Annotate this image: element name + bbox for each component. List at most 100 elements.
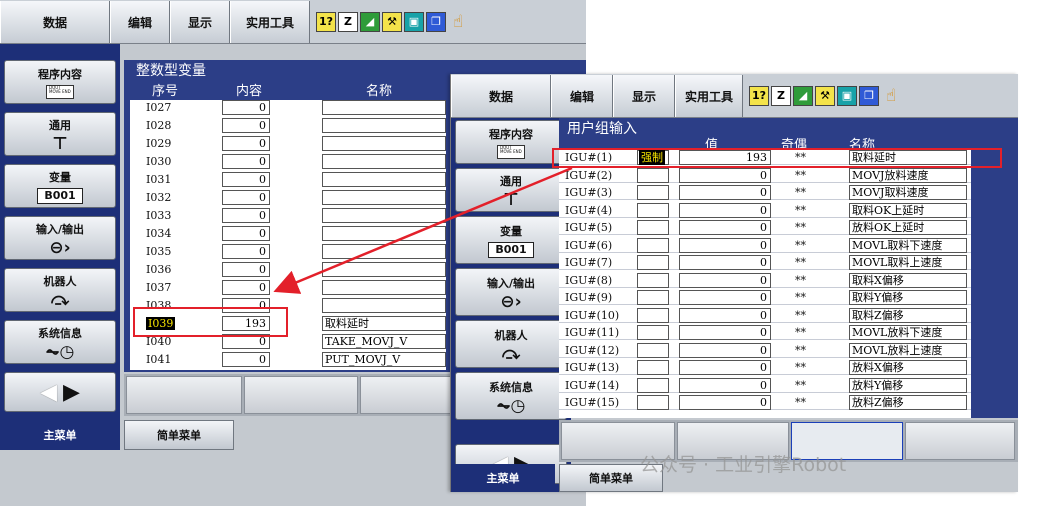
row-value-field[interactable]: 0 xyxy=(679,290,771,305)
row-value-field[interactable]: 0 xyxy=(222,262,270,277)
row-name-field[interactable] xyxy=(322,298,446,313)
row-name-field[interactable]: MOVL取料上速度 xyxy=(849,255,967,270)
table-row[interactable]: I031 0 xyxy=(130,172,446,190)
table-row[interactable]: IGU#(10) 0 ** 取料Z偏移 xyxy=(559,307,971,323)
menu-edit[interactable]: 编辑 xyxy=(110,1,170,43)
table-row[interactable]: I036 0 xyxy=(130,262,446,280)
hand-icon[interactable]: ☝ xyxy=(448,12,468,32)
monitor-icon[interactable]: ▣ xyxy=(837,85,857,106)
row-name-field[interactable]: PUT_MOVJ_V xyxy=(322,352,446,367)
tool-icon[interactable]: ⚒ xyxy=(382,11,402,32)
side-general[interactable]: 通用 ⊤ xyxy=(4,112,116,156)
row-name-field[interactable]: 取料X偏移 xyxy=(849,272,967,288)
force-box[interactable] xyxy=(637,325,669,340)
row-name-field[interactable]: MOVL放料上速度 xyxy=(849,342,967,358)
row-name-field[interactable]: 放料Y偏移 xyxy=(849,377,967,393)
row-value-field[interactable]: 0 xyxy=(222,190,270,205)
row-value-field[interactable]: 0 xyxy=(222,100,270,115)
row-name-field[interactable] xyxy=(322,244,446,259)
force-box[interactable] xyxy=(637,272,669,288)
side-robot[interactable]: 机器人 ⤼ xyxy=(4,268,116,312)
row-value-field[interactable]: 0 xyxy=(679,167,771,183)
table-row[interactable]: IGU#(11) 0 ** MOVL放料下速度 xyxy=(559,325,971,340)
table-row[interactable]: IGU#(4) 0 ** 取料OK上延时 xyxy=(559,202,971,218)
force-box[interactable] xyxy=(637,307,669,323)
table-row[interactable]: IGU#(2) 0 ** MOVJ放料速度 xyxy=(559,167,971,183)
window-icon[interactable]: ❐ xyxy=(859,85,879,106)
table-row[interactable]: I029 0 xyxy=(130,136,446,154)
force-box[interactable] xyxy=(637,342,669,358)
force-box[interactable] xyxy=(637,290,669,305)
table-row[interactable]: IGU#(15) 0 ** 放料Z偏移 xyxy=(559,395,971,410)
prev-page-icon[interactable]: ◀ xyxy=(40,380,57,405)
force-box[interactable] xyxy=(637,377,669,393)
table-row[interactable]: IGU#(3) 0 ** MOVJ取料速度 xyxy=(559,185,971,200)
side-general[interactable]: 通用 ⊤ xyxy=(455,168,567,212)
row-value-field[interactable]: 0 xyxy=(222,208,270,223)
table-row[interactable]: IGU#(6) 0 ** MOVL取料下速度 xyxy=(559,237,971,253)
force-box[interactable] xyxy=(637,255,669,270)
side-program-content[interactable]: 程序内容 DOUT MOVE END xyxy=(4,60,116,104)
table-row[interactable]: IGU#(9) 0 ** 取料Y偏移 xyxy=(559,290,971,305)
row-name-field[interactable]: 放料X偏移 xyxy=(849,360,967,375)
force-box[interactable] xyxy=(637,202,669,218)
table-row[interactable]: I035 0 xyxy=(130,244,446,262)
row-value-field[interactable]: 0 xyxy=(222,172,270,187)
table-row[interactable]: I030 0 xyxy=(130,154,446,172)
row-name-field[interactable]: MOVL放料下速度 xyxy=(849,325,967,340)
side-program-content[interactable]: 程序内容 DOUT MOVE END xyxy=(455,120,567,164)
row-name-field[interactable]: MOVJ放料速度 xyxy=(849,167,967,183)
table-row[interactable]: IGU#(14) 0 ** 放料Y偏移 xyxy=(559,377,971,393)
side-robot[interactable]: 机器人 ⤼ xyxy=(455,320,567,368)
table-row[interactable]: IGU#(13) 0 ** 放料X偏移 xyxy=(559,360,971,375)
window-icon[interactable]: ❐ xyxy=(426,11,446,32)
force-box[interactable] xyxy=(637,237,669,253)
menu-edit[interactable]: 编辑 xyxy=(551,75,613,117)
edit-icon[interactable]: Z xyxy=(338,11,358,32)
edit-icon[interactable]: Z xyxy=(771,85,791,106)
row-value-field[interactable]: 0 xyxy=(679,272,771,288)
row-name-field[interactable] xyxy=(322,136,446,151)
input-cell-2[interactable] xyxy=(244,376,358,414)
side-system-info[interactable]: 系统信息 ⏦◷ xyxy=(455,372,567,420)
row-value-field[interactable]: 0 xyxy=(222,280,270,295)
table-row[interactable]: IGU#(8) 0 ** 取料X偏移 xyxy=(559,272,971,288)
row-name-field[interactable] xyxy=(322,172,446,187)
tool-icon[interactable]: ⚒ xyxy=(815,85,835,106)
side-io[interactable]: 输入/输出 ⊖› xyxy=(455,268,567,316)
row-name-field[interactable] xyxy=(322,226,446,241)
page-nav-arrows[interactable]: ◀ ▶ xyxy=(4,372,116,412)
row-value-field[interactable]: 0 xyxy=(222,136,270,151)
force-box[interactable] xyxy=(637,220,669,235)
row-value-field[interactable]: 0 xyxy=(222,226,270,241)
table-row[interactable]: I034 0 xyxy=(130,226,446,244)
row-name-field[interactable] xyxy=(322,100,446,115)
row-name-field[interactable] xyxy=(322,118,446,133)
hand-icon[interactable]: ☝ xyxy=(881,86,901,106)
row-name-field[interactable] xyxy=(322,280,446,295)
row-value-field[interactable]: 0 xyxy=(679,307,771,323)
table-row[interactable]: IGU#(7) 0 ** MOVL取料上速度 xyxy=(559,255,971,270)
row-value-field[interactable]: 0 xyxy=(679,360,771,375)
row-value-field[interactable]: 0 xyxy=(679,342,771,358)
side-variable[interactable]: 变量 B001 xyxy=(455,216,567,264)
row-value-field[interactable]: 0 xyxy=(679,185,771,200)
chart-icon[interactable]: ◢ xyxy=(360,11,380,32)
row-name-field[interactable] xyxy=(322,154,446,169)
force-box[interactable] xyxy=(637,395,669,410)
force-box[interactable] xyxy=(637,167,669,183)
row-value-field[interactable]: 0 xyxy=(679,202,771,218)
row-name-field[interactable] xyxy=(322,262,446,277)
row-name-field[interactable]: TAKE_MOVJ_V xyxy=(322,334,446,349)
table-row[interactable]: I032 0 xyxy=(130,190,446,208)
row-name-field[interactable] xyxy=(322,190,446,205)
side-variable[interactable]: 变量 B001 xyxy=(4,164,116,208)
main-menu-button[interactable]: 主菜单 xyxy=(0,420,120,450)
table-row[interactable]: I037 0 xyxy=(130,280,446,298)
row-value-field[interactable]: 0 xyxy=(222,352,270,367)
row-name-field[interactable]: MOVJ取料速度 xyxy=(849,185,967,200)
menu-display[interactable]: 显示 xyxy=(613,75,675,117)
side-system-info[interactable]: 系统信息 ⏦◷ xyxy=(4,320,116,364)
row-value-field[interactable]: 0 xyxy=(222,244,270,259)
row-name-field[interactable]: 放料OK上延时 xyxy=(849,220,967,235)
